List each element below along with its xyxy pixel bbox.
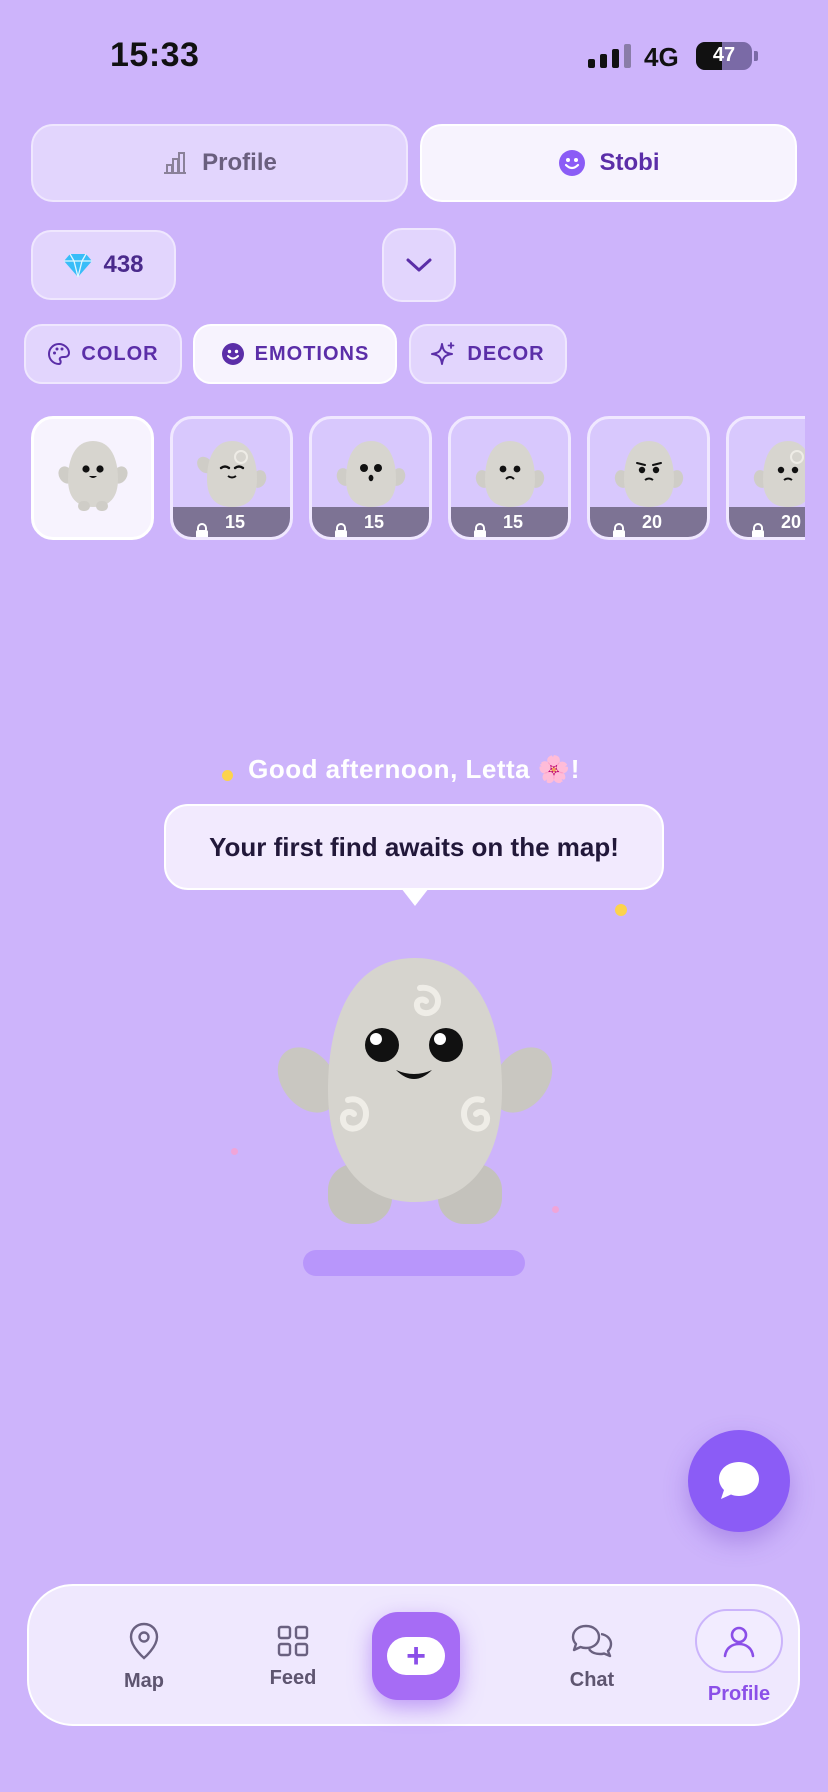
tab-stobi-label: Stobi (599, 149, 660, 176)
nav-feed[interactable]: Feed (228, 1586, 358, 1728)
chevron-down-icon (405, 256, 433, 274)
emotion-price: 20 (641, 511, 663, 532)
battery-percent: 47 (712, 44, 736, 66)
emotion-price: 15 (224, 511, 246, 532)
mascot-shadow (303, 1250, 525, 1276)
network-type: 4G (644, 42, 679, 72)
bar-chart-icon (162, 151, 188, 175)
battery-icon: 47 (696, 42, 752, 70)
nav-profile-active-indicator (695, 1608, 783, 1673)
nav-map[interactable]: Map (79, 1586, 209, 1728)
sparkle-icon (431, 341, 457, 367)
status-bar: 15:33 4G 47 (0, 0, 828, 110)
sparkle-dot (231, 1148, 238, 1155)
gem-icon (63, 252, 93, 278)
grid-icon (277, 1625, 309, 1657)
emotion-list: 15 15 15 20 20 (31, 416, 805, 542)
greeting-text: Good afternoon, Letta 🌸! (248, 754, 580, 784)
tab-profile[interactable]: Profile (31, 124, 408, 202)
emotion-tile[interactable]: 15 (309, 416, 432, 540)
emotion-price: 20 (780, 511, 802, 532)
stobi-happy-thumbnail (58, 441, 128, 511)
speech-bubble-tail (401, 888, 429, 906)
lock-price-bar: 15 (312, 507, 429, 537)
smiley-icon (558, 149, 586, 177)
expand-dropdown-button[interactable] (382, 228, 456, 302)
nav-profile-label: Profile (707, 1682, 771, 1705)
sparkle-dot (615, 904, 627, 916)
stobi-worried-thumbnail (614, 441, 684, 507)
stobi-surprised-thumbnail (336, 441, 406, 507)
lock-price-bar: 20 (590, 507, 707, 537)
plus-icon: + (387, 1637, 445, 1675)
emotion-tile[interactable]: 20 (726, 416, 805, 540)
nav-profile[interactable]: Profile (669, 1586, 809, 1728)
gem-balance[interactable]: 438 (31, 230, 176, 300)
tab-stobi[interactable]: Stobi (420, 124, 797, 202)
battery-tip (754, 51, 758, 61)
speech-bubble-text: Your first find awaits on the map! (209, 831, 619, 862)
stobi-grumpy-thumbnail (753, 441, 805, 507)
speech-bubble: Your first find awaits on the map! (164, 804, 664, 890)
category-color-label: COLOR (81, 342, 159, 365)
map-pin-icon (128, 1622, 160, 1660)
emotion-price: 15 (363, 511, 385, 532)
status-time: 15:33 (110, 36, 200, 74)
stobi-mascot[interactable] (270, 950, 560, 1245)
emotion-tile[interactable]: 15 (170, 416, 293, 540)
category-emotions[interactable]: EMOTIONS (193, 324, 397, 384)
lock-price-bar: 15 (173, 507, 290, 537)
nav-chat[interactable]: Chat (527, 1586, 657, 1728)
signal-icon (588, 44, 631, 68)
emotion-tile[interactable]: 15 (448, 416, 571, 540)
lock-price-bar: 15 (451, 507, 568, 537)
chat-bubble-icon (716, 1459, 762, 1503)
gem-count: 438 (103, 251, 144, 278)
add-find-button[interactable]: + (372, 1612, 460, 1700)
nav-chat-label: Chat (569, 1668, 615, 1691)
ai-chat-button[interactable] (688, 1430, 790, 1532)
category-decor[interactable]: DECOR (409, 324, 567, 384)
nav-feed-label: Feed (269, 1666, 317, 1689)
palette-icon (47, 342, 71, 366)
emotion-tile[interactable]: 20 (587, 416, 710, 540)
lock-price-bar: 20 (729, 507, 805, 537)
bottom-nav: Map Feed + Chat Profile (27, 1584, 800, 1726)
smiley-icon (221, 342, 245, 366)
user-icon (722, 1624, 756, 1658)
emotion-tile[interactable] (31, 416, 154, 540)
stobi-sad-thumbnail (475, 441, 545, 507)
stobi-content-thumbnail (197, 441, 267, 507)
nav-map-label: Map (124, 1669, 164, 1692)
category-color[interactable]: COLOR (24, 324, 182, 384)
category-emotions-label: EMOTIONS (254, 342, 370, 365)
chat-icon (571, 1623, 613, 1659)
tab-profile-label: Profile (202, 149, 277, 176)
emotion-price: 15 (502, 511, 524, 532)
category-decor-label: DECOR (467, 342, 545, 365)
